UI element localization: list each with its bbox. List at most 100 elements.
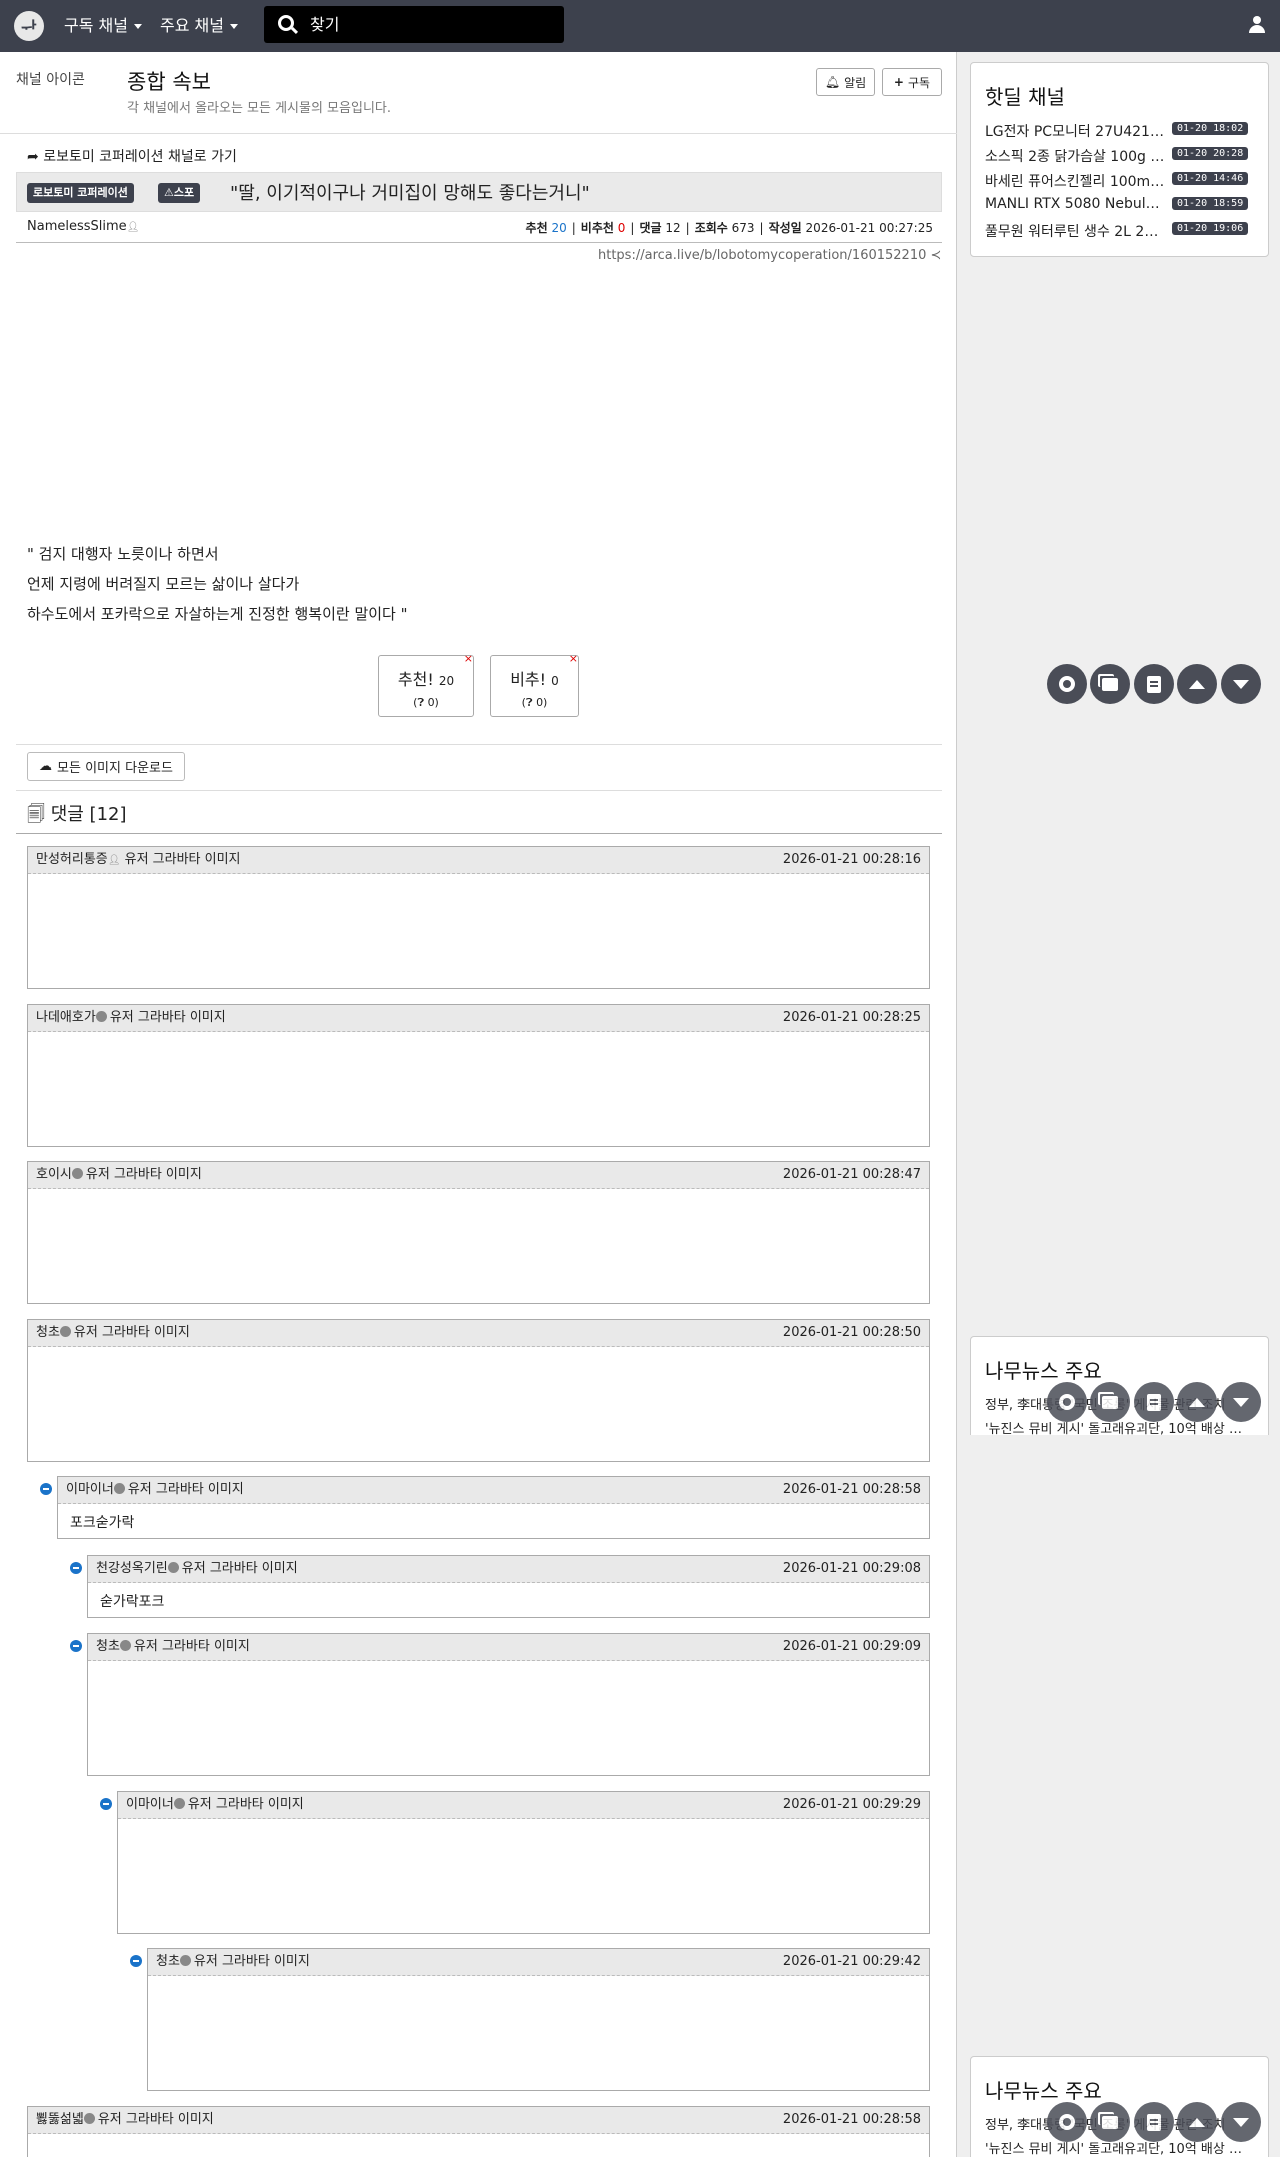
- comments-jump-button[interactable]: [1090, 1382, 1130, 1422]
- upvote-button[interactable]: 추천! 20 (❓︎ 0) ×: [378, 652, 474, 717]
- close-icon[interactable]: ×: [464, 652, 473, 665]
- settings-button[interactable]: [1047, 2102, 1087, 2142]
- list-button[interactable]: [1134, 1382, 1174, 1422]
- cloud-download-icon: ☁︎: [39, 759, 53, 774]
- hotdeal-name: MANLI RTX 5080 Nebula OC 16GB: [985, 196, 1165, 212]
- share-icon[interactable]: ≺: [931, 248, 942, 263]
- hotdeal-item[interactable]: LG전자 PC모니터 27U421A 27인치 01-20 18:02: [985, 120, 1268, 142]
- hotdeal-name: 풀무원 워터루틴 생수 2L 24병: [985, 224, 1165, 240]
- collapse-reply-icon[interactable]: [70, 1640, 82, 1652]
- downvote-label: 비추천: [580, 221, 614, 235]
- comment-body: 숟가락포크: [100, 1594, 165, 1610]
- list-button[interactable]: [1134, 664, 1174, 704]
- bell-icon: 🔔︎: [824, 75, 841, 89]
- comment-author[interactable]: 뾣뚫섦녧: [36, 2112, 84, 2127]
- post-body-line: 하수도에서 포카락으로 자살하는게 진정한 행복이란 말이다 ": [27, 605, 408, 623]
- sidebar: [957, 52, 1280, 2157]
- hotdeal-date: 01-20 19:06: [1172, 222, 1249, 235]
- hotdeal-date: 01-20 18:02: [1172, 122, 1249, 135]
- comment-author[interactable]: 만성허리통증: [36, 852, 108, 867]
- settings-button[interactable]: [1047, 1382, 1087, 1422]
- help-icon: ❓︎: [525, 696, 533, 709]
- avatar: 유저 그라바타 이미지: [187, 1797, 304, 1812]
- subscribed-channels-label: 구독 채널: [64, 16, 128, 35]
- hotdeal-item[interactable]: 바세린 퓨어스킨젤리 100ml 3개 01-20 14:46: [985, 170, 1268, 192]
- comment-author[interactable]: 이마이너: [126, 1797, 174, 1812]
- download-all-images-button[interactable]: ☁︎ 모든 이미지 다운로드: [27, 752, 185, 781]
- verified-icon: [71, 1168, 83, 1179]
- downvote-count: 0: [617, 221, 626, 235]
- search-icon[interactable]: [278, 15, 294, 31]
- user-icon[interactable]: [1249, 16, 1265, 33]
- upvote-button-count: 20: [438, 674, 455, 688]
- comment-body: [28, 2134, 929, 2150]
- scroll-top-button[interactable]: [1177, 664, 1217, 704]
- chevron-down-icon: [229, 24, 238, 29]
- views-label: 조회수: [694, 221, 728, 235]
- list-button[interactable]: [1134, 2102, 1174, 2142]
- collapse-reply-icon[interactable]: [70, 1562, 82, 1574]
- comments-jump-button[interactable]: [1090, 664, 1130, 704]
- hotdeal-item[interactable]: MANLI RTX 5080 Nebula OC 16GB 01-20 18:59: [985, 195, 1268, 217]
- post-body-line: " 검지 대행자 노릇이나 하면서: [27, 545, 219, 563]
- hotdeal-item[interactable]: 소스픽 2종 닭가슴살 100g 30팩 01-20 20:28: [985, 145, 1268, 167]
- category-badge[interactable]: ⚠스포: [158, 183, 201, 203]
- comment-author[interactable]: 청초: [96, 1639, 120, 1654]
- comment-count: 12: [665, 221, 681, 235]
- comment-reply: 청초 유저 그라바타 이미지 2026-01-21 00:29:42: [147, 1948, 930, 2091]
- collapse-reply-icon[interactable]: [130, 1955, 142, 1967]
- scroll-top-button[interactable]: [1177, 1382, 1217, 1422]
- chevron-up-icon: [1189, 2117, 1205, 2127]
- alarm-label: 알림: [844, 75, 867, 90]
- comment: 나데애호가 유저 그라바타 이미지 2026-01-21 00:28:25: [27, 1004, 930, 1147]
- comment-author[interactable]: 청초: [156, 1954, 180, 1969]
- comment-body: 포크숟가락: [70, 1515, 135, 1531]
- verified-icon: [59, 1326, 71, 1337]
- subscribe-button[interactable]: + 구독: [882, 68, 942, 96]
- post-date: 2026-01-21 00:27:25: [805, 221, 933, 235]
- collapse-reply-icon[interactable]: [40, 1483, 52, 1495]
- scroll-bottom-button[interactable]: [1221, 664, 1261, 704]
- gear-icon: [1059, 1394, 1075, 1410]
- post-title: "딸, 이기적이구나 거미집이 망해도 좋다는거니": [230, 183, 590, 204]
- comment-author[interactable]: 청초: [36, 1325, 60, 1340]
- goto-channel-link[interactable]: ➦ 로보토미 코퍼레이션 채널로 가기: [27, 146, 237, 166]
- avatar: 유저 그라바타 이미지: [127, 1482, 244, 1497]
- document-icon: [1147, 675, 1161, 693]
- site-logo-icon[interactable]: ᆉ: [14, 11, 44, 41]
- chevron-down-icon: [133, 24, 142, 29]
- channel-badge[interactable]: 로보토미 코퍼레이션: [27, 183, 134, 203]
- subscribed-channels-menu[interactable]: 구독 채널: [64, 0, 142, 52]
- post-url[interactable]: https://arca.live/b/lobotomycoperation/1…: [598, 248, 941, 263]
- scroll-bottom-button[interactable]: [1221, 2102, 1261, 2142]
- view-count: 673: [731, 221, 755, 235]
- scroll-top-button[interactable]: [1177, 2102, 1217, 2142]
- comments-icon: [1102, 2115, 1118, 2129]
- hotdeal-card: 핫딜 채널 LG전자 PC모니터 27U421A 27인치 01-20 18:02…: [970, 62, 1269, 257]
- comment-author[interactable]: 호이시: [36, 1167, 72, 1182]
- verified-icon: [95, 1011, 107, 1022]
- alarm-button[interactable]: 🔔︎ 알림: [816, 68, 875, 96]
- hotdeal-name: 바세린 퓨어스킨젤리 100ml 3개: [985, 174, 1165, 190]
- post-stats: 추천 20 | 비추천 0 | 댓글 12 | 조회수 673 | 작성일 2026-01-21…: [525, 221, 933, 235]
- comment-body: [28, 1347, 929, 1363]
- comments-label: 댓글: [639, 221, 662, 235]
- settings-button[interactable]: [1047, 664, 1087, 704]
- comment-author[interactable]: 천강성옥기린: [96, 1561, 168, 1576]
- search-input[interactable]: [310, 6, 550, 43]
- comment-author[interactable]: 나데애호가: [36, 1010, 96, 1025]
- close-icon[interactable]: ×: [569, 652, 578, 665]
- comments-icon: [1102, 1395, 1118, 1409]
- downvote-button[interactable]: 비추! 0 (❓︎ 0) ×: [490, 652, 579, 717]
- collapse-reply-icon[interactable]: [100, 1798, 112, 1810]
- hotdeal-name: LG전자 PC모니터 27U421A 27인치: [985, 124, 1165, 140]
- comments-jump-button[interactable]: [1090, 2102, 1130, 2142]
- comment: 청초 유저 그라바타 이미지 2026-01-21 00:28:50: [27, 1319, 930, 1462]
- hotdeal-item[interactable]: 풀무원 워터루틴 생수 2L 24병 01-20 19:06: [985, 220, 1268, 242]
- post-author[interactable]: NamelessSlime👤︎: [27, 219, 139, 234]
- verified-icon: [119, 1640, 131, 1651]
- main-channels-menu[interactable]: 주요 채널: [160, 0, 238, 52]
- comment-body: [88, 1661, 929, 1677]
- comment-author[interactable]: 이마이너: [66, 1482, 114, 1497]
- scroll-bottom-button[interactable]: [1221, 1382, 1261, 1422]
